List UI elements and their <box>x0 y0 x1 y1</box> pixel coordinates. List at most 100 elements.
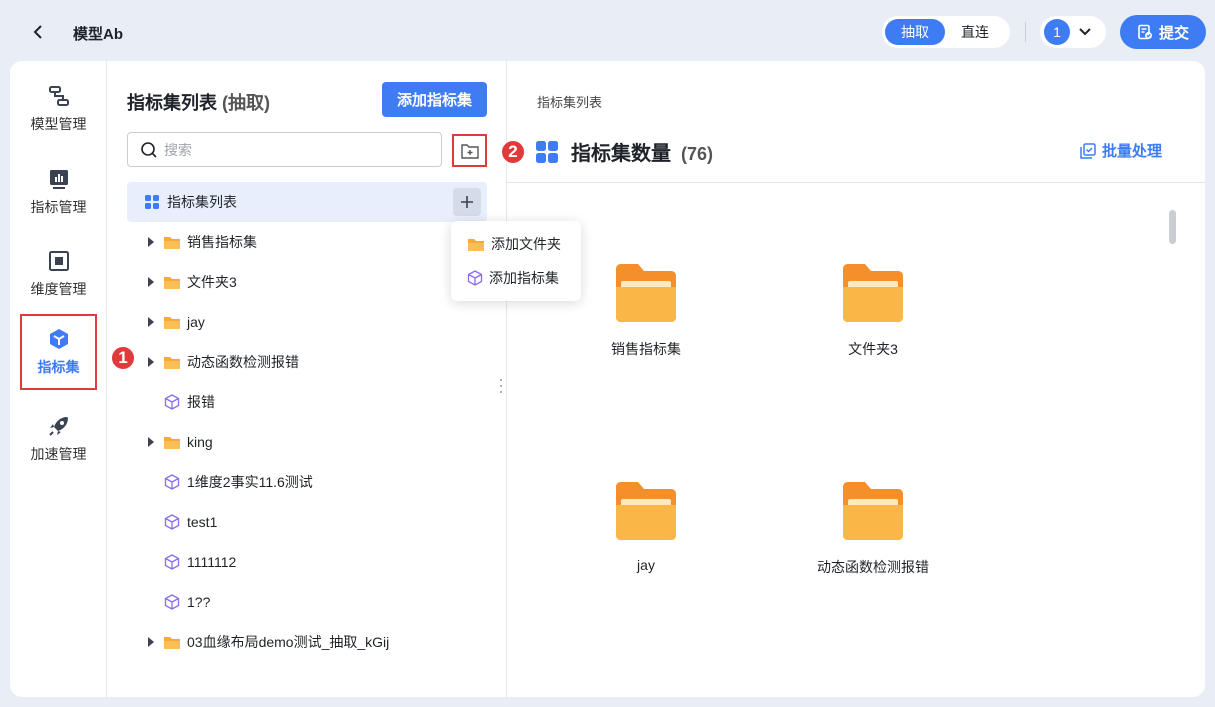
tree-item[interactable]: 文件夹3 <box>127 262 487 302</box>
content-divider <box>507 182 1205 183</box>
rail-label: 维度管理 <box>30 281 87 297</box>
tree-item[interactable]: test1 <box>127 502 487 542</box>
rocket-icon <box>48 417 68 436</box>
tree-item-label: 03血缘布局demo测试_抽取_kGij <box>187 634 390 650</box>
cube-outline-icon <box>163 513 181 531</box>
folder-card-label: jay <box>637 557 655 573</box>
search-box <box>127 132 442 167</box>
submit-label: 提交 <box>1158 24 1189 42</box>
caret-right-icon[interactable] <box>139 277 163 287</box>
tree-add-button[interactable] <box>453 188 481 216</box>
cube-outline-icon <box>163 473 181 491</box>
left-rail: 模型管理 指标管理 维度管理 指标集 加速管理 <box>10 61 107 697</box>
rail-item-metric-set[interactable]: 指标集 <box>20 314 97 390</box>
scrollbar-thumb[interactable] <box>1169 210 1176 244</box>
folder-card[interactable]: 销售指标集 <box>566 263 726 383</box>
folder-card[interactable]: 文件夹3 <box>793 263 953 383</box>
folder-icon <box>163 273 181 291</box>
menu-item-label: 添加指标集 <box>489 270 559 286</box>
mode-switch: 抽取 直连 <box>882 16 1010 48</box>
metric-chart-icon <box>49 170 68 189</box>
tree-item[interactable]: 1维度2事实11.6测试 <box>127 462 487 502</box>
caret-right-icon[interactable] <box>139 437 163 447</box>
tree-item[interactable]: 报错 <box>127 382 487 422</box>
folder-large-icon <box>616 482 676 540</box>
search-icon <box>141 141 157 158</box>
rail-label: 加速管理 <box>30 446 87 462</box>
tree-item-label: jay <box>187 314 205 330</box>
folder-add-icon <box>460 143 479 159</box>
breadcrumb[interactable]: 指标集列表 <box>537 92 602 111</box>
cube-outline-icon <box>467 270 483 286</box>
caret-right-icon[interactable] <box>139 357 163 367</box>
cube-icon <box>49 329 68 349</box>
main-panel: 模型管理 指标管理 维度管理 指标集 加速管理 指标集列表 (抽取) 添加指标集… <box>10 61 1205 697</box>
caret-right-icon[interactable] <box>139 317 163 327</box>
grid-icon <box>143 193 161 211</box>
add-metric-set-button[interactable]: 添加指标集 <box>382 82 487 117</box>
rail-item-dimension[interactable]: 维度管理 <box>20 236 97 312</box>
tree-item[interactable]: jay <box>127 302 487 342</box>
tree-item[interactable]: 1?? <box>127 582 487 622</box>
metric-set-tree-panel: 指标集列表 (抽取) 添加指标集 指标集列表 <box>107 61 507 697</box>
tree-item-label: 1111112 <box>187 554 237 570</box>
tree-item-label: test1 <box>187 514 218 530</box>
new-folder-button[interactable] <box>452 134 487 167</box>
back-button[interactable] <box>26 20 50 44</box>
tree-item-label: 销售指标集 <box>187 234 257 250</box>
annotation-badge: 1 <box>110 345 136 371</box>
rail-label: 指标集 <box>37 359 80 375</box>
metric-set-count: (76) <box>681 144 714 164</box>
folder-card[interactable]: 动态函数检测报错 <box>793 481 953 601</box>
folder-icon <box>163 353 181 371</box>
tree-item-label: 1维度2事实11.6测试 <box>187 474 313 490</box>
mode-extract-button[interactable]: 抽取 <box>885 19 945 45</box>
dimension-icon <box>48 251 69 271</box>
tree-item-label: 文件夹3 <box>187 274 237 290</box>
folder-icon <box>468 238 484 251</box>
cube-outline-icon <box>163 393 181 411</box>
content-title: 指标集数量 (76) <box>571 137 713 166</box>
tree-root[interactable]: 指标集列表 <box>127 182 487 222</box>
top-bar: 模型Ab 抽取 直连 1 提交 <box>0 0 1215 62</box>
tree-item[interactable]: 销售指标集 <box>127 222 487 262</box>
caret-right-icon[interactable] <box>139 237 163 247</box>
batch-process-label: 批量处理 <box>1102 143 1163 160</box>
folder-icon <box>163 313 181 331</box>
rail-item-model[interactable]: 模型管理 <box>20 71 97 147</box>
folder-card-label: 销售指标集 <box>611 341 681 357</box>
folder-icon <box>163 433 181 451</box>
panel-resize-handle[interactable] <box>499 379 503 393</box>
folder-card[interactable]: jay <box>566 481 726 601</box>
folder-icon <box>163 633 181 651</box>
menu-item-label: 添加文件夹 <box>491 236 561 252</box>
folder-large-icon <box>843 482 903 540</box>
folder-icon <box>163 233 181 251</box>
submit-doc-icon <box>1138 24 1152 40</box>
tree-item[interactable]: king <box>127 422 487 462</box>
add-context-menu: 添加文件夹 添加指标集 <box>451 221 581 301</box>
rail-item-metrics[interactable]: 指标管理 <box>20 154 97 230</box>
tree-item-label: king <box>187 434 213 450</box>
batch-process-button[interactable]: 批量处理 <box>1080 140 1162 161</box>
tree-item[interactable]: 1111112 <box>127 542 487 582</box>
rail-label: 模型管理 <box>30 116 87 132</box>
caret-right-icon[interactable] <box>139 637 163 647</box>
tree-item-label: 报错 <box>187 394 215 410</box>
menu-add-metric-set[interactable]: 添加指标集 <box>451 261 581 295</box>
rail-item-acceleration[interactable]: 加速管理 <box>20 401 97 477</box>
mode-direct-button[interactable]: 直连 <box>945 19 1005 45</box>
submit-button[interactable]: 提交 <box>1120 15 1206 49</box>
folder-card-label: 文件夹3 <box>848 341 898 357</box>
tree-item[interactable]: 动态函数检测报错 <box>127 342 487 382</box>
search-input[interactable] <box>164 141 414 158</box>
header-divider <box>1025 22 1026 42</box>
tree-item[interactable]: 03血缘布局demo测试_抽取_kGij <box>127 622 487 662</box>
annotation-badge: 2 <box>500 139 526 165</box>
content-header: 指标集数量 (76) <box>535 137 713 166</box>
folder-card-label: 动态函数检测报错 <box>817 559 929 575</box>
user-dropdown[interactable]: 1 <box>1040 16 1106 48</box>
model-icon <box>48 86 69 106</box>
menu-add-folder[interactable]: 添加文件夹 <box>451 227 581 261</box>
tree-item-label: 动态函数检测报错 <box>187 354 299 370</box>
